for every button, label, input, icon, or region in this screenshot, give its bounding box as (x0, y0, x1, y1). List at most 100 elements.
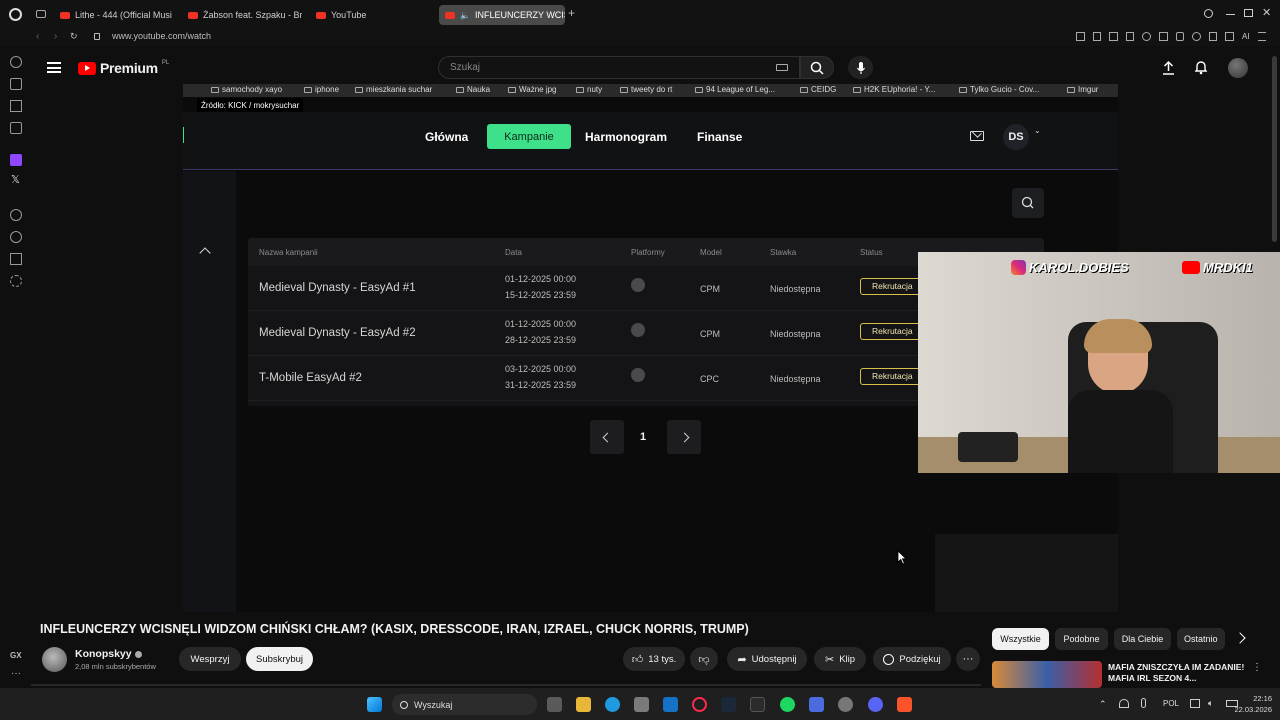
windows-start-icon[interactable] (367, 697, 382, 712)
bookmark-item[interactable]: 94 League of Leg... (695, 85, 775, 94)
related-video-thumbnail[interactable] (992, 661, 1102, 688)
chip-recent[interactable]: Ostatnio (1177, 628, 1225, 650)
tab-active-video[interactable]: 🔈 INFLEUNCERZY WCISI (439, 5, 565, 25)
tab-zabson[interactable]: Żabson feat. Szpaku - Bra (182, 5, 302, 25)
notifications-bell-icon[interactable] (1194, 60, 1208, 75)
related-more-icon[interactable]: ⋮ (1252, 662, 1262, 673)
hamburger-menu-icon[interactable] (47, 62, 61, 73)
pagination-current-page[interactable]: 1 (640, 431, 646, 443)
support-button[interactable]: Wesprzyj (179, 647, 241, 671)
chip-for-you[interactable]: Dla Ciebie (1114, 628, 1171, 650)
bookmark-item[interactable]: mieszkania suchar (355, 85, 432, 94)
settings-gear-icon[interactable] (10, 275, 22, 287)
history-icon[interactable] (10, 231, 22, 243)
store-icon[interactable] (634, 697, 649, 712)
bookmark-item[interactable]: nuty (576, 85, 602, 94)
tray-wifi-icon[interactable] (1190, 699, 1200, 708)
chevron-up-icon[interactable] (199, 247, 211, 259)
tab-youtube[interactable]: YouTube (310, 5, 430, 25)
task-view-icon[interactable] (547, 697, 562, 712)
bookmark-item[interactable]: Nauka (456, 85, 490, 94)
bookmark-item[interactable]: CEIDG (800, 85, 836, 94)
youtube-premium-logo[interactable]: Premium PL (78, 60, 169, 76)
snapshot-icon[interactable] (1092, 32, 1102, 41)
app-blue-icon[interactable] (809, 697, 824, 712)
steam-icon[interactable] (721, 697, 736, 712)
search-tabs-icon[interactable] (1204, 9, 1213, 18)
clock[interactable]: 22:16 22.03.2026 (1234, 693, 1272, 715)
status-badge[interactable]: Rekrutacja (860, 278, 922, 295)
close-window-button[interactable]: ✕ (1262, 6, 1271, 19)
messenger-icon[interactable] (10, 122, 22, 134)
bookmark-item[interactable]: samochody xayo (211, 85, 282, 94)
tray-chevron-icon[interactable]: ⌃ (1099, 699, 1107, 710)
bookmark-item[interactable]: iphone (304, 85, 339, 94)
ai-sidebar-icon[interactable] (10, 78, 22, 90)
tray-mic-icon[interactable] (1141, 698, 1146, 708)
table-search-button[interactable] (1012, 188, 1044, 218)
status-badge[interactable]: Rekrutacja (860, 368, 922, 385)
bookmark-item[interactable]: Ważne jpg (508, 85, 557, 94)
app-grey-icon[interactable] (838, 697, 853, 712)
twitch-icon[interactable] (10, 154, 22, 166)
status-badge[interactable]: Rekrutacja (860, 323, 922, 340)
keyboard-icon[interactable] (776, 64, 788, 71)
keyboard-language[interactable]: POL (1163, 699, 1179, 708)
bookmark-item[interactable]: tweety do rt (620, 85, 672, 94)
create-upload-icon[interactable] (1162, 60, 1175, 75)
thanks-button[interactable]: Podziękuj (873, 647, 951, 671)
pin-icon[interactable] (1076, 32, 1085, 41)
tray-volume-icon[interactable]: 🔈︎ (1208, 698, 1213, 709)
discord-icon[interactable] (868, 697, 883, 712)
new-tab-button[interactable]: + (568, 6, 575, 20)
minimize-button[interactable] (1226, 14, 1235, 15)
x-twitter-icon[interactable]: 𝕏 (11, 173, 20, 186)
edge-icon[interactable] (605, 697, 620, 712)
profile-icon[interactable] (1192, 32, 1201, 41)
share-button[interactable]: ➦ Udostępnij (727, 647, 807, 671)
channel-avatar[interactable] (42, 647, 67, 672)
voice-search-button[interactable] (848, 56, 873, 79)
terminal-icon[interactable] (750, 697, 765, 712)
subscribe-button[interactable]: Subskrybuj (246, 647, 313, 671)
workspaces-icon[interactable] (36, 10, 46, 18)
reload-icon[interactable]: ↻ (70, 31, 78, 42)
forward-icon[interactable]: › (54, 31, 57, 42)
brave-icon[interactable] (897, 697, 912, 712)
heart-icon[interactable] (1142, 32, 1151, 41)
outlook-icon[interactable] (663, 697, 678, 712)
bookmark-item[interactable]: Tylko Gucio - Cov... (959, 85, 1039, 94)
chevron-down-icon[interactable]: ⌄ (1034, 126, 1041, 135)
tab-lithe[interactable]: Lithe - 444 (Official Musi (54, 5, 174, 25)
like-button[interactable]: 👍︎ 13 tys. (623, 647, 685, 671)
more-sidebar-icon[interactable]: ··· (11, 668, 21, 679)
opera-gx-taskbar-icon[interactable] (692, 697, 707, 712)
clip-button[interactable]: ✂ Klip (814, 647, 866, 671)
edit-icon[interactable] (1225, 32, 1234, 41)
user-avatar[interactable]: DS (1003, 124, 1029, 150)
bookmark-item[interactable]: Imgur (1067, 85, 1098, 94)
tray-network-icon[interactable] (1119, 699, 1129, 708)
chip-all[interactable]: Wszystkie (992, 628, 1049, 650)
gx-icon[interactable]: GX (10, 651, 22, 660)
download-icon[interactable] (1208, 32, 1218, 41)
spotify-icon[interactable] (780, 697, 795, 712)
opera-logo-icon[interactable] (9, 8, 22, 21)
more-actions-button[interactable]: ··· (956, 647, 980, 671)
aria-icon[interactable] (10, 100, 22, 112)
bookmark-item[interactable]: H2K EUphoria! - Y... (853, 85, 935, 94)
nav-finance[interactable]: Finanse (697, 130, 742, 144)
search-input[interactable] (438, 56, 800, 79)
file-explorer-icon[interactable] (576, 697, 591, 712)
taskbar-search-field[interactable]: Wyszukaj (392, 694, 537, 715)
menu-icon[interactable] (1257, 32, 1266, 41)
account-avatar[interactable] (1228, 58, 1248, 78)
dislike-button[interactable]: 👎︎ (690, 647, 718, 671)
back-icon[interactable]: ‹ (36, 31, 39, 42)
play-icon[interactable] (1125, 32, 1135, 41)
player-icon[interactable] (10, 209, 22, 221)
speaker-icon[interactable]: 🔈 (460, 11, 470, 20)
chip-similar[interactable]: Podobne (1055, 628, 1108, 650)
tab-icon[interactable] (1109, 32, 1118, 41)
restore-button[interactable] (1244, 9, 1253, 17)
